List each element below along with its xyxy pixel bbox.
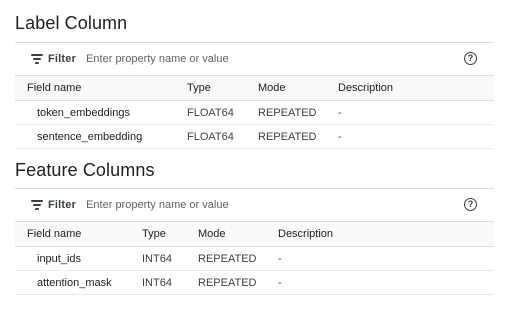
- header-type[interactable]: Type: [142, 221, 198, 247]
- mode-cell: REPEATED: [258, 100, 338, 125]
- mode-cell: REPEATED: [258, 124, 338, 149]
- filter-icon[interactable]: [31, 54, 43, 64]
- feature-columns-table: Field name Type Mode Description input_i…: [15, 221, 494, 295]
- mode-cell: REPEATED: [198, 270, 278, 295]
- label-filter-input[interactable]: [86, 53, 387, 65]
- filter-icon[interactable]: [31, 200, 43, 210]
- feature-columns-title: Feature Columns: [15, 160, 155, 180]
- label-column-table: Field name Type Mode Description token_e…: [15, 75, 494, 149]
- field-name-cell: token_embeddings: [15, 100, 187, 125]
- filter-label[interactable]: Filter: [48, 199, 76, 211]
- table-header-row: Field name Type Mode Description: [15, 221, 494, 247]
- type-cell: FLOAT64: [187, 100, 258, 125]
- label-filter-bar[interactable]: Filter ?: [15, 43, 494, 75]
- table-row[interactable]: token_embeddings FLOAT64 REPEATED -: [15, 100, 494, 125]
- feature-filter-input[interactable]: [86, 199, 387, 211]
- label-column-title: Label Column: [15, 13, 128, 33]
- header-mode[interactable]: Mode: [198, 221, 278, 247]
- table-row[interactable]: input_ids INT64 REPEATED -: [15, 246, 494, 271]
- description-cell: -: [338, 124, 494, 149]
- filter-label[interactable]: Filter: [48, 53, 76, 65]
- type-cell: FLOAT64: [187, 124, 258, 149]
- header-mode[interactable]: Mode: [258, 75, 338, 101]
- description-cell: -: [278, 270, 494, 295]
- header-description[interactable]: Description: [278, 221, 494, 247]
- header-type[interactable]: Type: [187, 75, 258, 101]
- description-cell: -: [338, 100, 494, 125]
- field-name-cell: sentence_embedding: [15, 124, 187, 149]
- field-name-cell: attention_mask: [15, 270, 142, 295]
- header-description[interactable]: Description: [338, 75, 494, 101]
- field-name-cell: input_ids: [15, 246, 142, 271]
- help-icon[interactable]: ?: [464, 198, 477, 211]
- type-cell: INT64: [142, 246, 198, 271]
- label-column-panel: Filter ? Field name Type Mode Descriptio…: [15, 42, 494, 149]
- header-field-name[interactable]: Field name: [15, 75, 187, 101]
- mode-cell: REPEATED: [198, 246, 278, 271]
- table-row[interactable]: attention_mask INT64 REPEATED -: [15, 270, 494, 295]
- table-row[interactable]: sentence_embedding FLOAT64 REPEATED -: [15, 124, 494, 149]
- feature-filter-bar[interactable]: Filter ?: [15, 189, 494, 221]
- help-icon[interactable]: ?: [464, 52, 477, 65]
- header-field-name[interactable]: Field name: [15, 221, 142, 247]
- table-header-row: Field name Type Mode Description: [15, 75, 494, 101]
- type-cell: INT64: [142, 270, 198, 295]
- description-cell: -: [278, 246, 494, 271]
- feature-columns-panel: Filter ? Field name Type Mode Descriptio…: [15, 188, 494, 295]
